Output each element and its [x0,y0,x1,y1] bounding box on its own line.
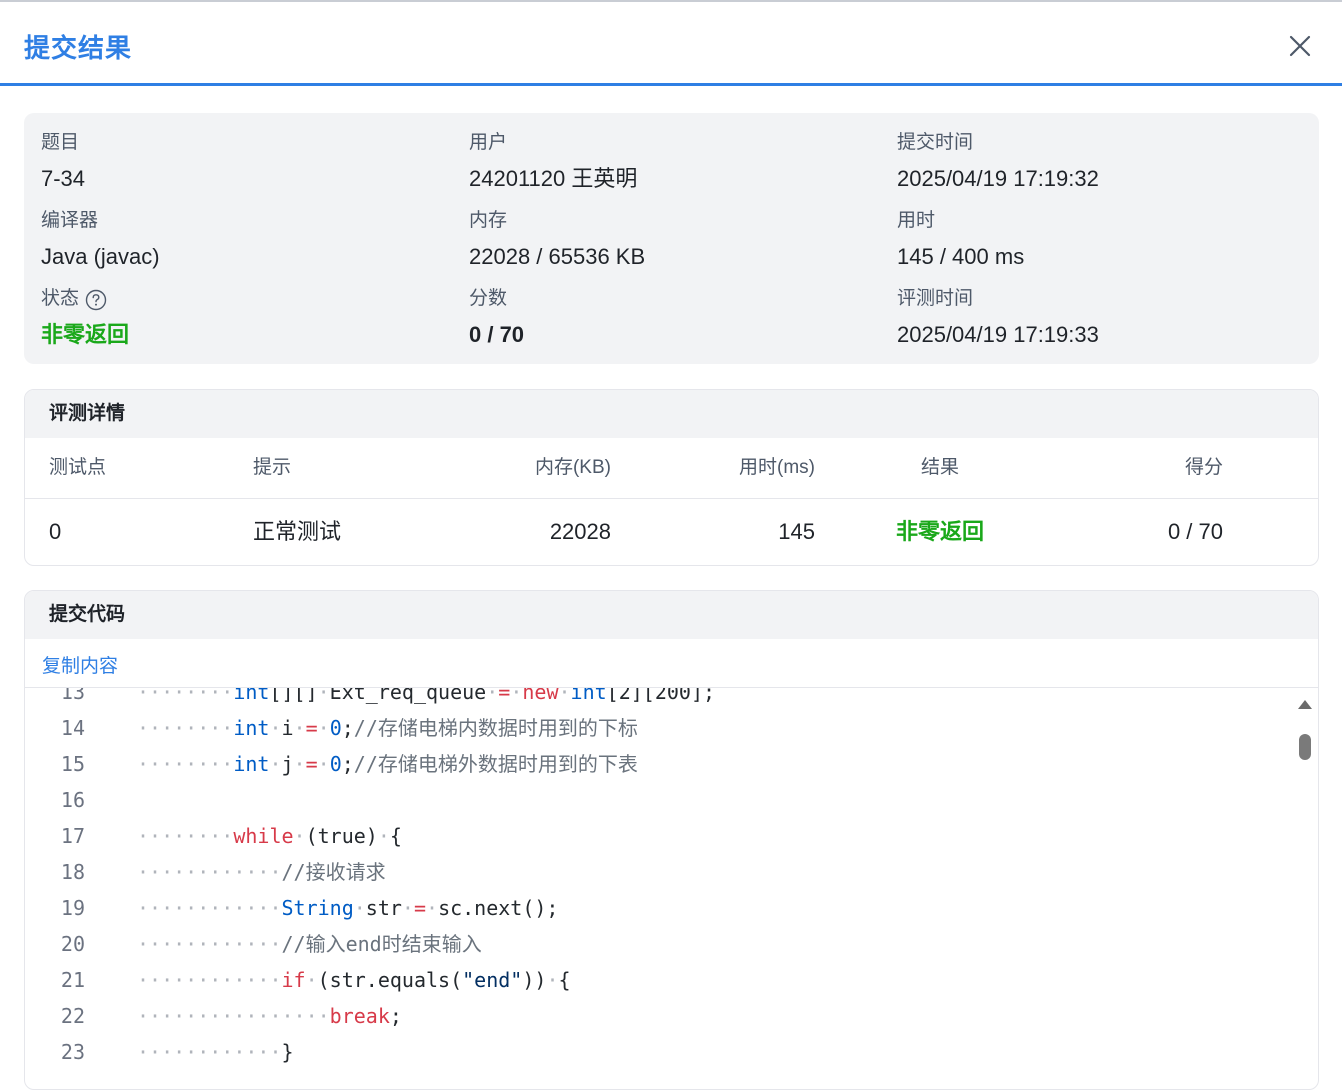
code-text: ········int[][]·Ext_req_queue·=·new·int[… [137,688,716,704]
code-text: ············if·(str.equals("end"))·{ [137,968,571,992]
status-value: 非零返回 [41,322,130,347]
code-text: ············//接收请求 [137,860,386,884]
modal-header: 提交结果 [0,0,1342,86]
code-text: ········while·(true)·{ [137,824,402,848]
judge-time-label: 评测时间 [897,288,974,309]
score-label: 分数 [469,288,508,309]
user-label: 用户 [469,132,508,153]
code-line: 23 ············} [25,1034,1285,1070]
submitted-code-card: 提交代码 复制内容 23 ············} 22 ·············… [24,590,1319,1090]
line-number: 14 [60,716,85,740]
judge-time-value: 2025/04/19 17:19:33 [897,322,1099,347]
col-case: 测试点 [49,457,107,478]
scroll-thumb[interactable] [1299,734,1311,760]
code-line: 20 ············//输入end时结束输入 [25,926,1285,962]
user-field: 用户 24201120 王英明 [469,131,637,193]
code-text: ········int·i·=·0;//存储电梯内数据时用到的下标 [137,716,638,740]
hint-cell: 正常测试 [253,519,342,544]
col-hint: 提示 [253,457,292,478]
status-field: 状态 非零返回 [41,287,129,349]
score-value: 0 / 70 [469,322,525,347]
col-time: 用时(ms) [739,457,815,478]
code-title: 提交代码 [25,591,1318,639]
judge-time-field: 评测时间 2025/04/19 17:19:33 [897,287,1099,349]
memory-field: 内存 22028 / 65536 KB [469,209,645,271]
line-number: 20 [60,932,85,956]
code-line: 18 ············//接收请求 [25,854,1285,890]
result-cell: 非零返回 [896,519,985,544]
line-number: 17 [60,824,85,848]
code-line: 19 ············String·str·=·sc.next(); [25,890,1285,926]
status-label: 状态 [41,288,80,309]
judge-table-header: 测试点 提示 内存(KB) 用时(ms) 结果 得分 [25,438,1318,499]
line-number: 23 [60,1040,85,1064]
code-line: 13 ········int[][]·Ext_req_queue·=·new·in… [25,688,1285,710]
code-line: 14 ········int·i·=·0;//存储电梯内数据时用到的下标 [25,710,1285,746]
line-number: 13 [60,688,85,704]
time-used-value: 145 / 400 ms [897,244,1025,269]
code-line: 16 [25,782,1285,818]
code-text: ············//输入end时结束输入 [137,932,482,956]
col-score: 得分 [1184,457,1223,478]
time-cell: 145 [778,519,815,544]
line-number: 19 [60,896,85,920]
code-scrollbar[interactable] [1294,688,1318,1070]
line-number: 15 [60,752,85,776]
memory-label: 内存 [469,210,508,231]
time-used-field: 用时 145 / 400 ms [897,209,1024,271]
copy-content-link[interactable]: 复制内容 [42,651,118,678]
code-text: ············} [137,1040,294,1064]
modal-title: 提交结果 [24,33,133,63]
table-row: 0 正常测试 22028 145 非零返回 0 / 70 [25,499,1318,565]
problem-value: 7-34 [41,166,86,191]
memory-value: 22028 / 65536 KB [469,244,646,269]
code-line: 22 ················break; [25,998,1285,1034]
line-number: 16 [60,788,85,812]
question-circle-icon[interactable] [85,289,107,311]
score-field: 分数 0 / 70 [469,287,524,349]
submit-time-value: 2025/04/19 17:19:32 [897,166,1099,191]
case-cell: 0 [49,519,62,544]
line-number: 22 [60,1004,85,1028]
score-cell: 0 / 70 [1167,519,1223,544]
scroll-up-arrow-icon[interactable] [1298,700,1312,709]
code-line: 21 ············if·(str.equals("end"))·{ [25,962,1285,998]
user-value: 24201120 王英明 [469,166,638,191]
code-text: ········int·j·=·0;//存储电梯外数据时用到的下表 [137,752,638,776]
col-memory: 内存(KB) [534,457,611,478]
code-line: 15 ········int·j·=·0;//存储电梯外数据时用到的下表 [25,746,1285,782]
compiler-label: 编译器 [41,210,99,231]
problem-label: 题目 [41,132,80,153]
compiler-field: 编译器 Java (javac) [41,209,160,271]
judge-details-title: 评测详情 [25,390,1318,438]
code-text: ············String·str·=·sc.next(); [137,896,559,920]
time-used-label: 用时 [897,210,936,231]
memory-cell: 22028 [549,519,611,544]
line-number: 18 [60,860,85,884]
code-text: ················break; [137,1004,402,1028]
close-button[interactable] [1284,30,1316,62]
code-viewer[interactable]: 23 ············} 22 ················break; 2… [25,688,1318,1070]
submit-time-field: 提交时间 2025/04/19 17:19:32 [897,131,1099,193]
code-line: 17 ········while·(true)·{ [25,818,1285,854]
col-result: 结果 [921,457,960,478]
compiler-value: Java (javac) [41,244,160,269]
line-number: 21 [60,968,85,992]
problem-field: 题目 7-34 [41,131,85,193]
close-icon [1289,35,1311,57]
submission-summary: 题目 7-34 用户 24201120 王英明 提交时间 2025/04/19 … [24,113,1319,364]
submit-time-label: 提交时间 [897,132,974,153]
judge-details-card: 评测详情 测试点 提示 内存(KB) 用时(ms) 结果 得分 0 正常测试 2… [24,389,1319,566]
